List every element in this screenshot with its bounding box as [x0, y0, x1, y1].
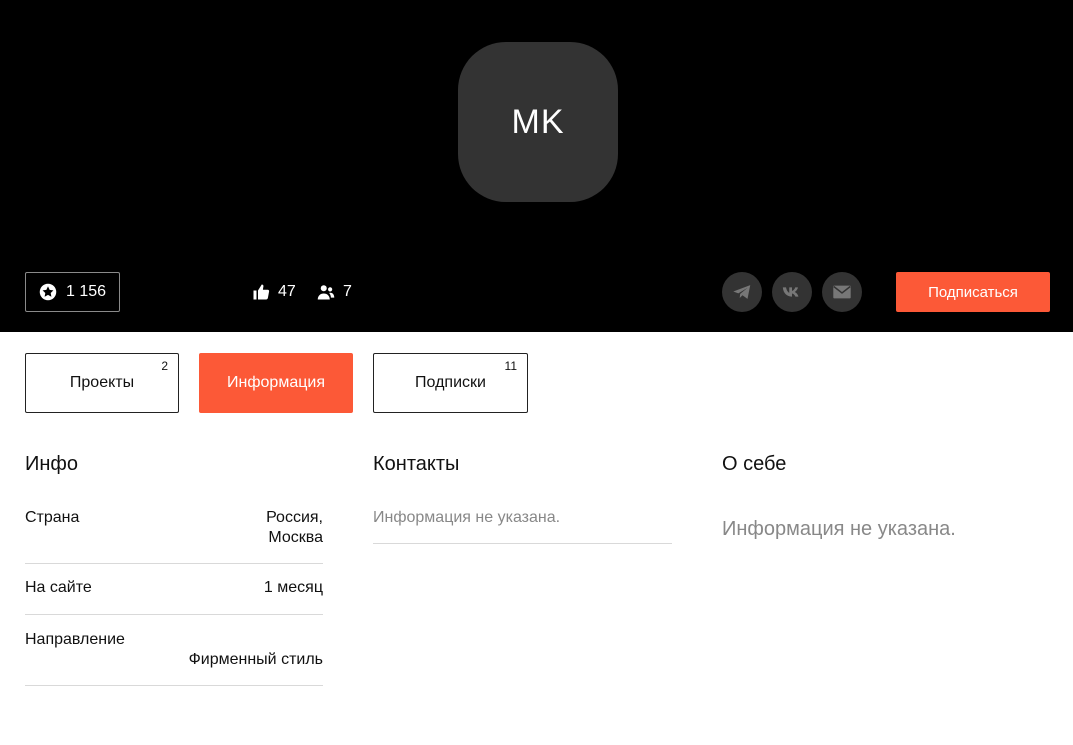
info-row-label: На сайте — [25, 579, 92, 596]
star-icon — [39, 283, 57, 301]
info-row-since: На сайте 1 месяц — [25, 564, 323, 615]
avatar: MK — [458, 42, 618, 202]
likes-count: 47 — [278, 283, 296, 300]
tab-projects-count: 2 — [161, 359, 168, 373]
tab-info[interactable]: Информация — [199, 353, 353, 413]
info-row-value: Россия, Москва — [266, 509, 323, 546]
contacts-empty-text: Информация не указана. — [373, 508, 672, 544]
followers-count: 7 — [343, 283, 352, 300]
tab-projects-label: Проекты — [69, 374, 135, 391]
mail-icon — [833, 285, 851, 299]
info-title: Инфо — [25, 453, 78, 475]
users-icon — [317, 285, 335, 300]
rating-value: 1 156 — [65, 283, 107, 300]
mail-button[interactable] — [822, 272, 862, 312]
info-row-value: Фирменный стиль — [188, 651, 323, 668]
info-row-label: Страна — [25, 509, 80, 526]
vk-button[interactable] — [772, 272, 812, 312]
tab-projects[interactable]: Проекты 2 — [25, 353, 179, 413]
info-row-country: Страна Россия, Москва — [25, 508, 323, 564]
rating-badge[interactable]: 1 156 — [25, 272, 120, 312]
info-row-value: 1 месяц — [263, 579, 323, 596]
profile-header: MK 1 156 47 7 Подписаться — [0, 0, 1073, 332]
about-empty-text: Информация не указана. — [722, 518, 956, 540]
tab-subscriptions[interactable]: Подписки 11 — [373, 353, 528, 413]
contacts-title: Контакты — [373, 453, 460, 475]
telegram-button[interactable] — [722, 272, 762, 312]
tab-subscriptions-label: Подписки — [415, 374, 486, 391]
info-table: Страна Россия, Москва На сайте 1 месяц Н… — [25, 508, 323, 686]
thumbs-up-icon — [253, 284, 270, 300]
tab-subscriptions-count: 11 — [504, 359, 517, 373]
telegram-icon — [733, 285, 751, 299]
info-row-direction: Направление Фирменный стиль — [25, 615, 323, 686]
subscribe-button[interactable]: Подписаться — [896, 272, 1050, 312]
info-row-label: Направление — [25, 631, 125, 648]
likes-stat: 47 — [252, 281, 296, 303]
vk-icon — [782, 287, 799, 297]
about-title: О себе — [722, 453, 787, 475]
tab-info-label: Информация — [227, 374, 325, 391]
followers-stat: 7 — [317, 281, 352, 303]
